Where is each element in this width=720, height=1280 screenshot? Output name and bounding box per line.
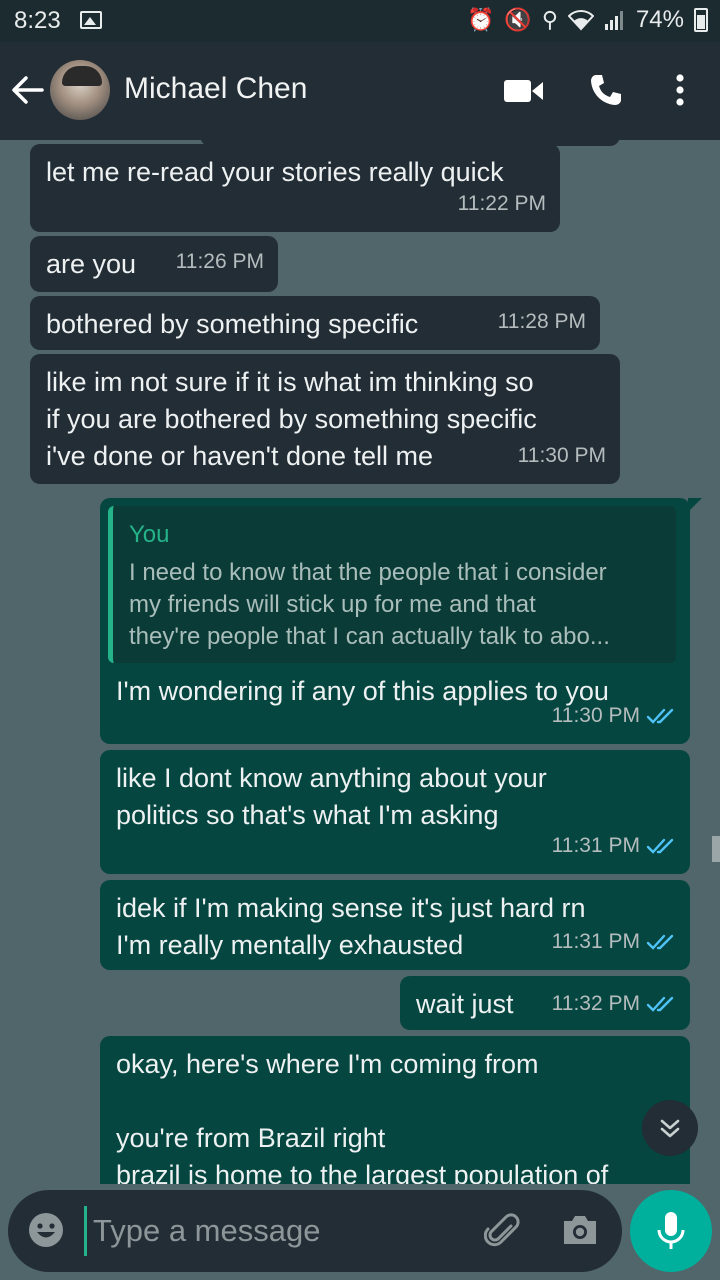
contact-name[interactable]: Michael Chen xyxy=(124,72,307,106)
message-outgoing[interactable]: wait just 11:32 PM xyxy=(400,976,690,1030)
message-outgoing[interactable]: like I dont know anything about your pol… xyxy=(100,750,690,874)
wifi-icon xyxy=(567,10,594,31)
message-time: 11:30 PM xyxy=(518,437,606,474)
message-time: 11:31 PM xyxy=(552,827,676,864)
quoted-message[interactable]: You I need to know that the people that … xyxy=(108,506,676,663)
back-arrow-icon[interactable] xyxy=(10,70,46,110)
mic-button[interactable] xyxy=(630,1190,712,1272)
status-icons: ⏰ 🔇 ⚲ 74% xyxy=(467,6,708,34)
emoji-icon[interactable] xyxy=(28,1212,64,1248)
message-outgoing[interactable]: idek if I'm making sense it's just hard … xyxy=(100,880,690,970)
message-composer xyxy=(8,1190,622,1272)
message-time: 11:22 PM xyxy=(458,185,546,222)
camera-icon[interactable] xyxy=(560,1212,600,1248)
message-text: okay, here's where I'm coming from you'r… xyxy=(116,1049,609,1184)
battery-level: 74% xyxy=(635,6,684,33)
mute-icon: 🔇 xyxy=(504,7,532,32)
battery-icon xyxy=(694,8,708,32)
timestamp: 11:30 PM xyxy=(551,704,640,727)
timestamp: 11:30 PM xyxy=(517,444,606,467)
message-time: 11:28 PM xyxy=(498,303,586,340)
chat-header: Michael Chen xyxy=(0,42,720,140)
message-time: 11:26 PM xyxy=(176,243,264,280)
bubble-tail xyxy=(688,498,702,512)
phone-icon[interactable] xyxy=(588,72,624,108)
message-list[interactable]: let me re-read your stories really quick… xyxy=(0,140,720,1184)
message-time: 11:31 PM xyxy=(552,923,676,960)
scrollbar-thumb[interactable] xyxy=(712,836,720,862)
timestamp: 11:22 PM xyxy=(457,192,546,215)
quoted-author: You xyxy=(129,521,170,548)
timestamp: 11:31 PM xyxy=(551,834,640,857)
message-incoming[interactable]: bothered by something specific 11:28 PM xyxy=(30,296,600,350)
read-receipt-icon xyxy=(646,934,674,950)
gallery-icon xyxy=(80,11,102,29)
scroll-to-bottom-button[interactable] xyxy=(642,1100,698,1156)
message-outgoing[interactable]: You I need to know that the people that … xyxy=(100,498,702,744)
read-receipt-icon xyxy=(646,996,674,1012)
message-incoming[interactable]: are you 11:26 PM xyxy=(30,236,278,292)
video-call-icon[interactable] xyxy=(504,78,544,104)
more-vert-icon[interactable] xyxy=(672,72,688,108)
message-time: 11:30 PM xyxy=(552,697,676,734)
message-incoming[interactable]: like im not sure if it is what im thinki… xyxy=(30,354,620,484)
avatar[interactable] xyxy=(50,60,110,120)
location-icon: ⚲ xyxy=(541,7,558,32)
message-text: like I dont know anything about your pol… xyxy=(116,763,547,830)
message-input[interactable] xyxy=(84,1206,464,1256)
message-outgoing[interactable]: okay, here's where I'm coming from you'r… xyxy=(100,1036,690,1184)
attachment-icon[interactable] xyxy=(484,1212,524,1252)
read-receipt-icon xyxy=(646,708,674,724)
timestamp: 11:31 PM xyxy=(551,930,640,953)
alarm-icon: ⏰ xyxy=(467,7,495,32)
timestamp: 11:26 PM xyxy=(175,250,264,273)
clock: 8:23 xyxy=(14,7,61,34)
chevron-double-down-icon xyxy=(660,1119,680,1138)
timestamp: 11:32 PM xyxy=(551,992,640,1015)
status-bar: 8:23 ⏰ 🔇 ⚲ 74% xyxy=(0,0,720,42)
message-time: 11:32 PM xyxy=(552,985,676,1022)
read-receipt-icon xyxy=(646,838,674,854)
timestamp: 11:28 PM xyxy=(497,310,586,333)
signal-icon xyxy=(604,11,623,30)
microphone-icon xyxy=(657,1212,685,1249)
message-incoming[interactable]: let me re-read your stories really quick… xyxy=(30,144,560,232)
quoted-text: I need to know that the people that i co… xyxy=(129,559,610,650)
